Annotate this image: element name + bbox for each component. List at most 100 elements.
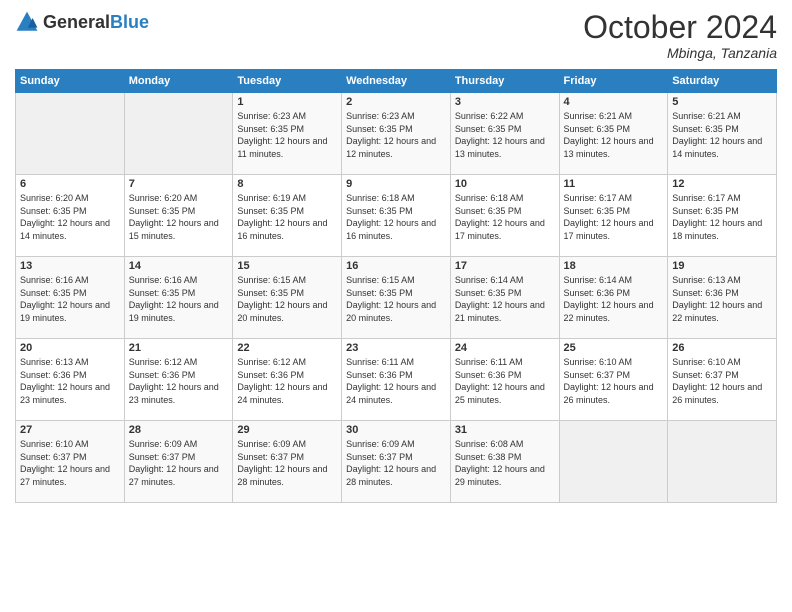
sun-info: Sunrise: 6:10 AMSunset: 6:37 PMDaylight:… (672, 356, 772, 406)
calendar-cell: 6Sunrise: 6:20 AMSunset: 6:35 PMDaylight… (16, 175, 125, 257)
day-header-sunday: Sunday (16, 70, 125, 93)
sun-info: Sunrise: 6:14 AMSunset: 6:36 PMDaylight:… (564, 274, 664, 324)
sun-info: Sunrise: 6:18 AMSunset: 6:35 PMDaylight:… (455, 192, 555, 242)
logo-general: General (43, 12, 110, 32)
sun-info: Sunrise: 6:17 AMSunset: 6:35 PMDaylight:… (672, 192, 772, 242)
sun-info: Sunrise: 6:21 AMSunset: 6:35 PMDaylight:… (672, 110, 772, 160)
calendar-cell: 30 Sunrise: 6:09 AMSunset: 6:37 PMDayligh… (342, 421, 451, 503)
sun-info: Sunrise: 6:09 AMSunset: 6:37 PMDaylight:… (237, 438, 337, 488)
day-number: 25 (564, 342, 664, 354)
sun-info: Sunrise: 6:23 AMSunset: 6:35 PMDaylight:… (346, 110, 446, 160)
calendar-cell: 1Sunrise: 6:23 AMSunset: 6:35 PMDaylight… (233, 93, 342, 175)
day-number: 9 (346, 178, 446, 190)
logo-blue: Blue (110, 12, 149, 32)
day-number: 4 (564, 96, 664, 108)
calendar-cell: 20 Sunrise: 6:13 AMSunset: 6:36 PMDayligh… (16, 339, 125, 421)
sun-info: Sunrise: 6:11 AMSunset: 6:36 PMDaylight:… (346, 356, 446, 406)
logo: GeneralBlue (15, 10, 149, 34)
day-number: 20 (20, 342, 120, 354)
calendar-cell: 22Sunrise: 6:12 AMSunset: 6:36 PMDayligh… (233, 339, 342, 421)
calendar-cell (668, 421, 777, 503)
calendar-cell (559, 421, 668, 503)
sun-info: Sunrise: 6:17 AMSunset: 6:35 PMDaylight:… (564, 192, 664, 242)
sun-info: Sunrise: 6:22 AMSunset: 6:35 PMDaylight:… (455, 110, 555, 160)
day-number: 29 (237, 424, 337, 436)
sun-info: Sunrise: 6:13 AMSunset: 6:36 PMDaylight:… (20, 356, 120, 406)
header: GeneralBlue October 2024 Mbinga, Tanzani… (15, 10, 777, 61)
calendar-cell: 26 Sunrise: 6:10 AMSunset: 6:37 PMDayligh… (668, 339, 777, 421)
sun-info: Sunrise: 6:09 AMSunset: 6:37 PMDaylight:… (129, 438, 229, 488)
day-number: 27 (20, 424, 120, 436)
day-header-thursday: Thursday (450, 70, 559, 93)
day-header-friday: Friday (559, 70, 668, 93)
sun-info: Sunrise: 6:14 AMSunset: 6:35 PMDaylight:… (455, 274, 555, 324)
sun-info: Sunrise: 6:20 AMSunset: 6:35 PMDaylight:… (129, 192, 229, 242)
day-header-wednesday: Wednesday (342, 70, 451, 93)
calendar-cell (124, 93, 233, 175)
day-number: 11 (564, 178, 664, 190)
sun-info: Sunrise: 6:09 AMSunset: 6:37 PMDaylight:… (346, 438, 446, 488)
day-number: 19 (672, 260, 772, 272)
day-number: 8 (237, 178, 337, 190)
week-row-3: 13 Sunrise: 6:16 AMSunset: 6:35 PMDayligh… (16, 257, 777, 339)
calendar-cell: 23 Sunrise: 6:11 AMSunset: 6:36 PMDayligh… (342, 339, 451, 421)
logo-icon (15, 10, 39, 34)
calendar-cell: 21Sunrise: 6:12 AMSunset: 6:36 PMDayligh… (124, 339, 233, 421)
sun-info: Sunrise: 6:13 AMSunset: 6:36 PMDaylight:… (672, 274, 772, 324)
calendar-cell: 10 Sunrise: 6:18 AMSunset: 6:35 PMDayligh… (450, 175, 559, 257)
calendar-cell: 24 Sunrise: 6:11 AMSunset: 6:36 PMDayligh… (450, 339, 559, 421)
sun-info: Sunrise: 6:10 AMSunset: 6:37 PMDaylight:… (564, 356, 664, 406)
calendar-cell: 13 Sunrise: 6:16 AMSunset: 6:35 PMDayligh… (16, 257, 125, 339)
sun-info: Sunrise: 6:19 AMSunset: 6:35 PMDaylight:… (237, 192, 337, 242)
location: Mbinga, Tanzania (583, 45, 777, 61)
day-number: 5 (672, 96, 772, 108)
calendar-cell: 4Sunrise: 6:21 AMSunset: 6:35 PMDaylight… (559, 93, 668, 175)
calendar-cell: 3 Sunrise: 6:22 AMSunset: 6:35 PMDaylight… (450, 93, 559, 175)
week-row-5: 27 Sunrise: 6:10 AMSunset: 6:37 PMDayligh… (16, 421, 777, 503)
logo-text: GeneralBlue (43, 12, 149, 33)
day-number: 23 (346, 342, 446, 354)
week-row-4: 20 Sunrise: 6:13 AMSunset: 6:36 PMDayligh… (16, 339, 777, 421)
week-row-1: 1 Sunrise: 6:23 AMSunset: 6:35 PMDaylight… (16, 93, 777, 175)
calendar-cell: 11 Sunrise: 6:17 AMSunset: 6:35 PMDayligh… (559, 175, 668, 257)
sun-info: Sunrise: 6:16 AMSunset: 6:35 PMDaylight:… (20, 274, 120, 324)
calendar-cell: 19 Sunrise: 6:13 AMSunset: 6:36 PMDayligh… (668, 257, 777, 339)
calendar-cell: 25 Sunrise: 6:10 AMSunset: 6:37 PMDayligh… (559, 339, 668, 421)
calendar-cell: 17 Sunrise: 6:14 AMSunset: 6:35 PMDayligh… (450, 257, 559, 339)
day-number: 26 (672, 342, 772, 354)
calendar-cell: 31 Sunrise: 6:08 AMSunset: 6:38 PMDayligh… (450, 421, 559, 503)
calendar-cell: 16Sunrise: 6:15 AMSunset: 6:35 PMDayligh… (342, 257, 451, 339)
day-number: 1 (237, 96, 337, 108)
sun-info: Sunrise: 6:12 AMSunset: 6:36 PMDaylight:… (129, 356, 229, 406)
calendar-cell (16, 93, 125, 175)
day-number: 7 (129, 178, 229, 190)
calendar-cell: 27 Sunrise: 6:10 AMSunset: 6:37 PMDayligh… (16, 421, 125, 503)
day-number: 31 (455, 424, 555, 436)
month-year: October 2024 (583, 10, 777, 45)
day-number: 28 (129, 424, 229, 436)
day-header-saturday: Saturday (668, 70, 777, 93)
day-number: 10 (455, 178, 555, 190)
sun-info: Sunrise: 6:10 AMSunset: 6:37 PMDaylight:… (20, 438, 120, 488)
day-number: 13 (20, 260, 120, 272)
day-number: 14 (129, 260, 229, 272)
calendar-cell: 18Sunrise: 6:14 AMSunset: 6:36 PMDayligh… (559, 257, 668, 339)
sun-info: Sunrise: 6:18 AMSunset: 6:35 PMDaylight:… (346, 192, 446, 242)
calendar-cell: 12 Sunrise: 6:17 AMSunset: 6:35 PMDayligh… (668, 175, 777, 257)
day-number: 30 (346, 424, 446, 436)
day-number: 16 (346, 260, 446, 272)
calendar-cell: 29 Sunrise: 6:09 AMSunset: 6:37 PMDayligh… (233, 421, 342, 503)
calendar-cell: 9 Sunrise: 6:18 AMSunset: 6:35 PMDaylight… (342, 175, 451, 257)
day-number: 6 (20, 178, 120, 190)
title-block: October 2024 Mbinga, Tanzania (583, 10, 777, 61)
day-number: 3 (455, 96, 555, 108)
calendar-page: GeneralBlue October 2024 Mbinga, Tanzani… (0, 0, 792, 612)
calendar-cell: 2Sunrise: 6:23 AMSunset: 6:35 PMDaylight… (342, 93, 451, 175)
day-number: 24 (455, 342, 555, 354)
day-number: 15 (237, 260, 337, 272)
day-header-monday: Monday (124, 70, 233, 93)
sun-info: Sunrise: 6:11 AMSunset: 6:36 PMDaylight:… (455, 356, 555, 406)
day-number: 12 (672, 178, 772, 190)
day-number: 17 (455, 260, 555, 272)
sun-info: Sunrise: 6:08 AMSunset: 6:38 PMDaylight:… (455, 438, 555, 488)
